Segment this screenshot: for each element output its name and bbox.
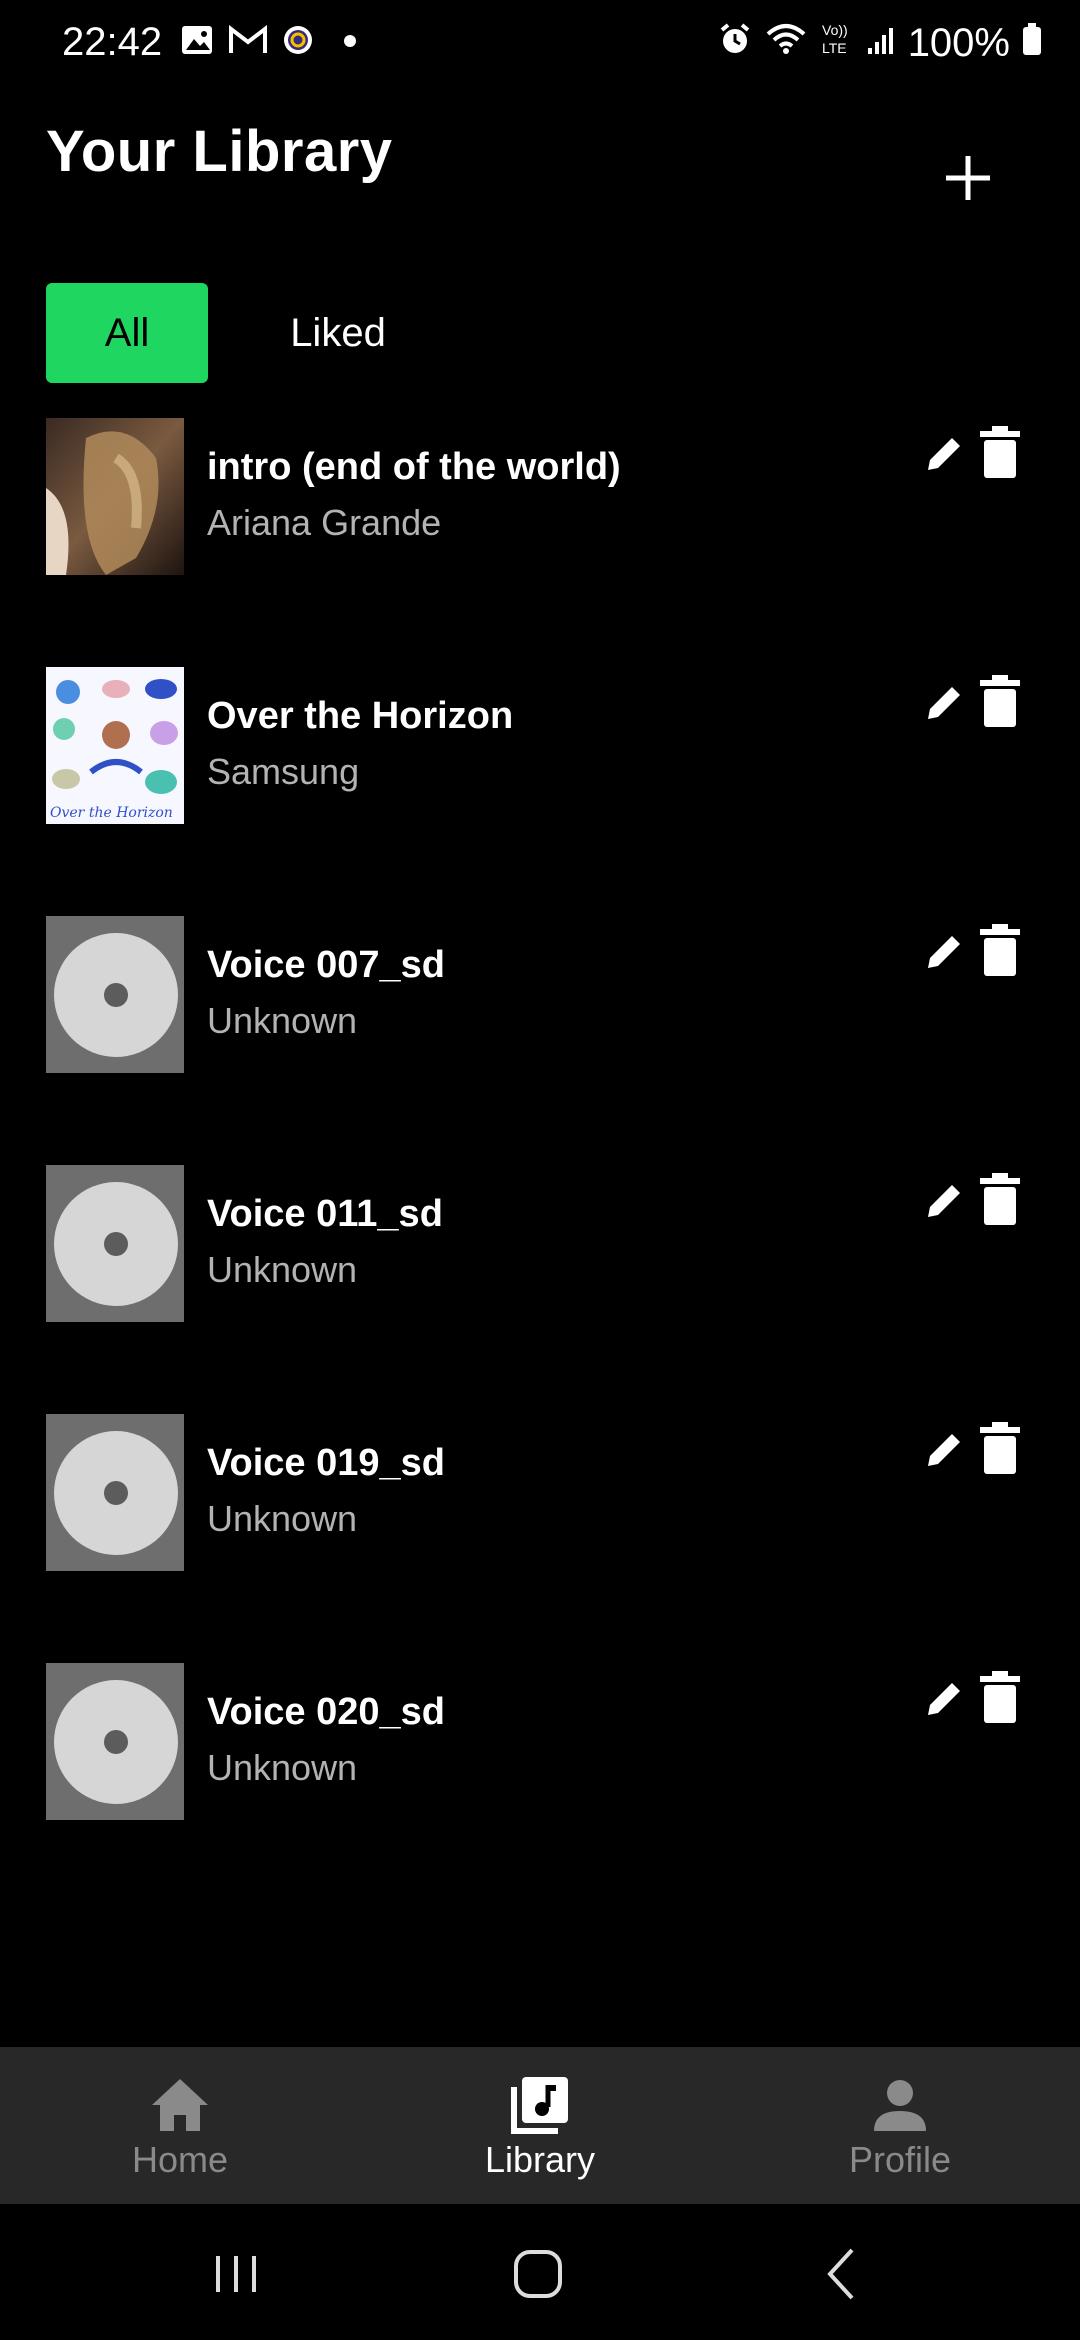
nav-home[interactable]: Home	[80, 2047, 280, 2204]
pencil-icon	[928, 687, 960, 719]
battery-percent: 100%	[907, 20, 1010, 65]
battery-icon	[1022, 21, 1042, 66]
trash-icon	[980, 1671, 1020, 1723]
disc-icon	[54, 1182, 178, 1306]
song-row[interactable]: intro (end of the world) Ariana Grande	[0, 418, 1080, 578]
system-nav-bar	[0, 2204, 1080, 2340]
trash-icon	[980, 426, 1020, 478]
edit-button[interactable]	[922, 1179, 966, 1223]
delete-button[interactable]	[978, 675, 1022, 729]
library-icon	[511, 2077, 568, 2134]
nav-library-label: Library	[484, 2139, 596, 2180]
back-button[interactable]	[812, 2244, 872, 2304]
volte-icon: Vo)) LTE	[820, 20, 854, 66]
add-button[interactable]	[940, 150, 996, 206]
pencil-icon	[928, 1434, 960, 1466]
home-system-button[interactable]	[508, 2244, 568, 2304]
song-artist: Ariana Grande	[207, 502, 442, 543]
album-art: Over the Horizon	[46, 667, 184, 824]
song-title: Over the Horizon	[207, 695, 514, 737]
svg-text:Vo)): Vo))	[822, 22, 848, 38]
trash-icon	[980, 1422, 1020, 1474]
trash-icon	[980, 1173, 1020, 1225]
song-title: Voice 020_sd	[207, 1691, 446, 1733]
delete-button[interactable]	[978, 924, 1022, 978]
signal-icon	[866, 21, 896, 66]
default-album-art	[46, 1165, 184, 1322]
back-chevron-icon	[827, 2248, 854, 2300]
song-title: intro (end of the world)	[207, 446, 621, 488]
pencil-icon	[928, 936, 960, 968]
song-artist: Unknown	[207, 1498, 358, 1539]
edit-button[interactable]	[922, 432, 966, 476]
song-row[interactable]: Voice 007_sd Unknown	[0, 916, 1080, 1076]
bottom-nav: Home Library Profile	[0, 2047, 1080, 2204]
default-album-art	[46, 916, 184, 1073]
profile-icon	[874, 2080, 926, 2131]
nav-profile[interactable]: Profile	[800, 2047, 1000, 2204]
plus-icon	[946, 156, 990, 200]
page-title: Your Library	[46, 119, 393, 184]
nav-library[interactable]: Library	[440, 2047, 640, 2204]
tab-liked[interactable]: Liked	[258, 283, 418, 383]
delete-button[interactable]	[978, 1671, 1022, 1725]
edit-button[interactable]	[922, 681, 966, 725]
edit-button[interactable]	[922, 1677, 966, 1721]
pencil-icon	[928, 1683, 960, 1715]
song-row[interactable]: Voice 019_sd Unknown	[0, 1414, 1080, 1574]
pencil-icon	[928, 1185, 960, 1217]
dot-icon	[344, 34, 356, 52]
song-artist: Samsung	[207, 751, 360, 792]
disc-icon	[54, 933, 178, 1057]
nav-profile-label: Profile	[848, 2139, 952, 2180]
home-icon	[152, 2079, 208, 2131]
default-album-art	[46, 1663, 184, 1820]
song-artist: Unknown	[207, 1747, 358, 1788]
song-row[interactable]: Over the Horizon Over the Horizon Samsun…	[0, 667, 1080, 827]
edit-button[interactable]	[922, 930, 966, 974]
circle-app-icon	[282, 24, 314, 61]
alarm-icon	[718, 21, 752, 66]
song-title: Voice 019_sd	[207, 1442, 446, 1484]
recent-apps-icon	[216, 2256, 256, 2292]
edit-button[interactable]	[922, 1428, 966, 1472]
trash-icon	[980, 675, 1020, 727]
album-art	[46, 418, 184, 575]
song-artist: Unknown	[207, 1249, 358, 1290]
disc-icon	[54, 1680, 178, 1804]
gmail-icon	[228, 24, 268, 60]
default-album-art	[46, 1414, 184, 1571]
nav-home-label: Home	[131, 2139, 229, 2180]
disc-icon	[54, 1431, 178, 1555]
song-artist: Unknown	[207, 1000, 358, 1041]
song-title: Voice 011_sd	[207, 1193, 443, 1235]
pencil-icon	[928, 438, 960, 470]
svg-text:LTE: LTE	[822, 40, 847, 56]
delete-button[interactable]	[978, 1173, 1022, 1227]
delete-button[interactable]	[978, 1422, 1022, 1476]
tab-all[interactable]: All	[46, 283, 208, 383]
home-square-icon	[514, 2250, 562, 2298]
wifi-icon	[764, 21, 808, 66]
image-icon	[180, 24, 214, 61]
status-time: 22:42	[62, 20, 163, 64]
song-title: Voice 007_sd	[207, 944, 446, 986]
status-bar: 22:42 Vo)) LTE 100%	[0, 0, 1080, 86]
song-row[interactable]: Voice 011_sd Unknown	[0, 1165, 1080, 1325]
delete-button[interactable]	[978, 426, 1022, 480]
song-row[interactable]: Voice 020_sd Unknown	[0, 1663, 1080, 1823]
trash-icon	[980, 924, 1020, 976]
svg-text:Over the Horizon: Over the Horizon	[50, 805, 173, 821]
recent-apps-button[interactable]	[206, 2244, 266, 2304]
